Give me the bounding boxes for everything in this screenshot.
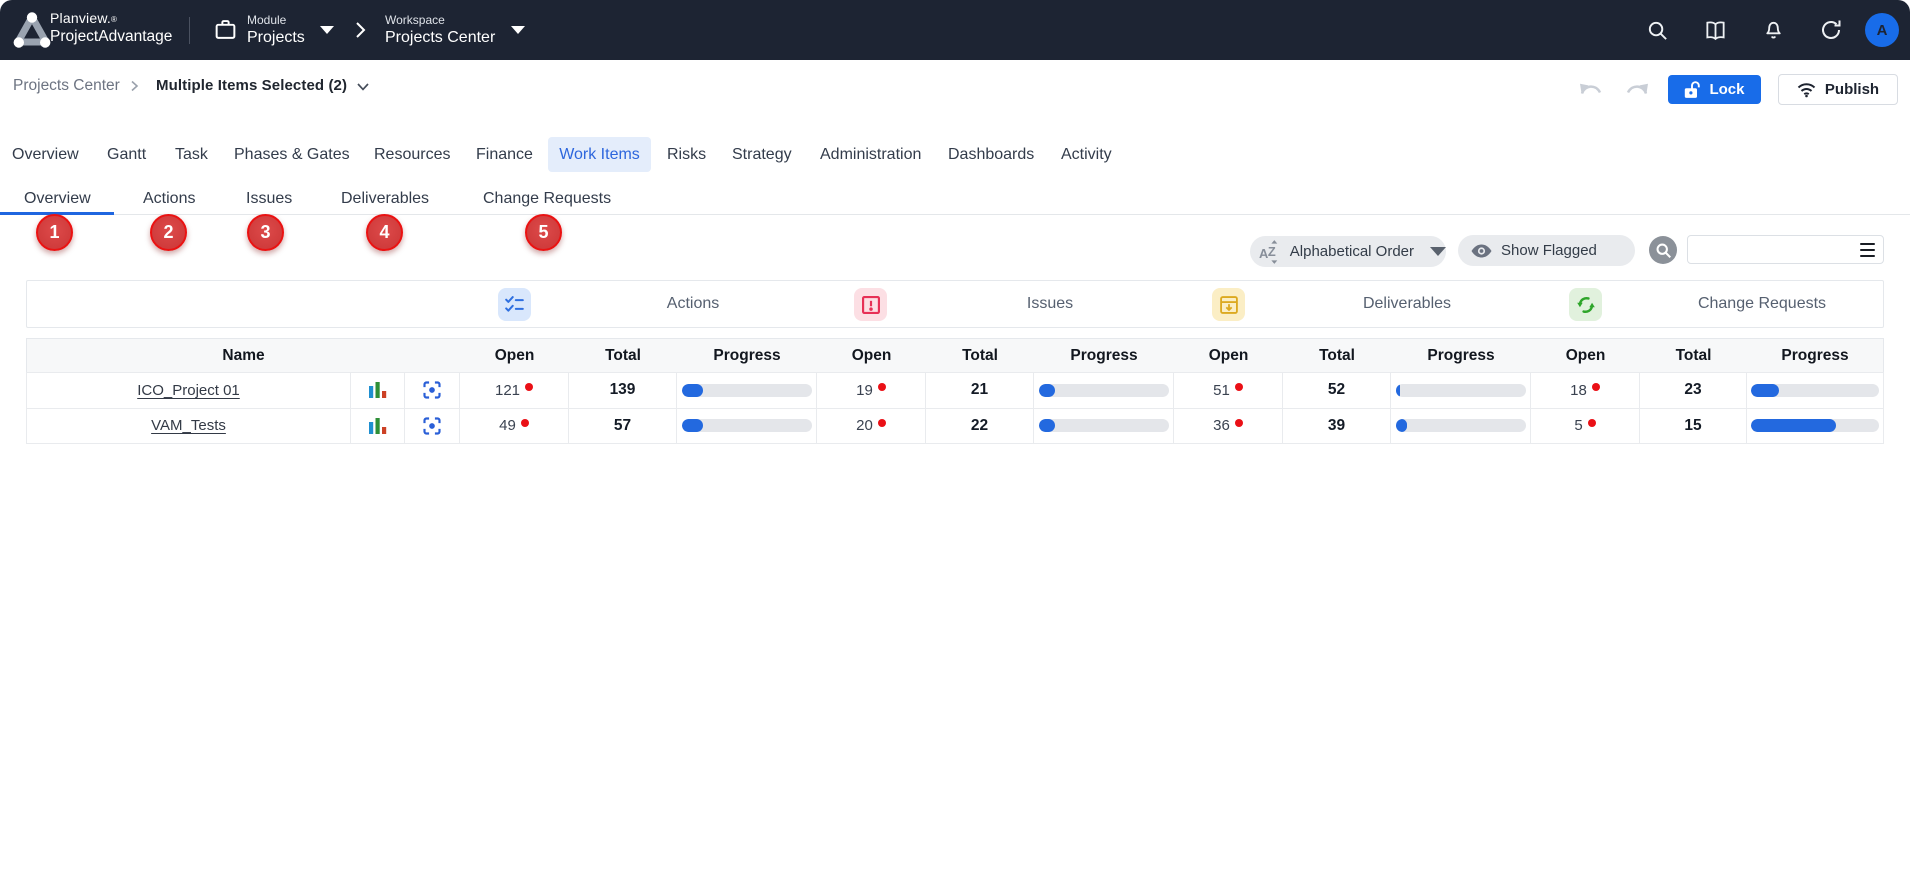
- svg-text:Z: Z: [1268, 243, 1276, 258]
- svg-text:A: A: [1259, 245, 1268, 260]
